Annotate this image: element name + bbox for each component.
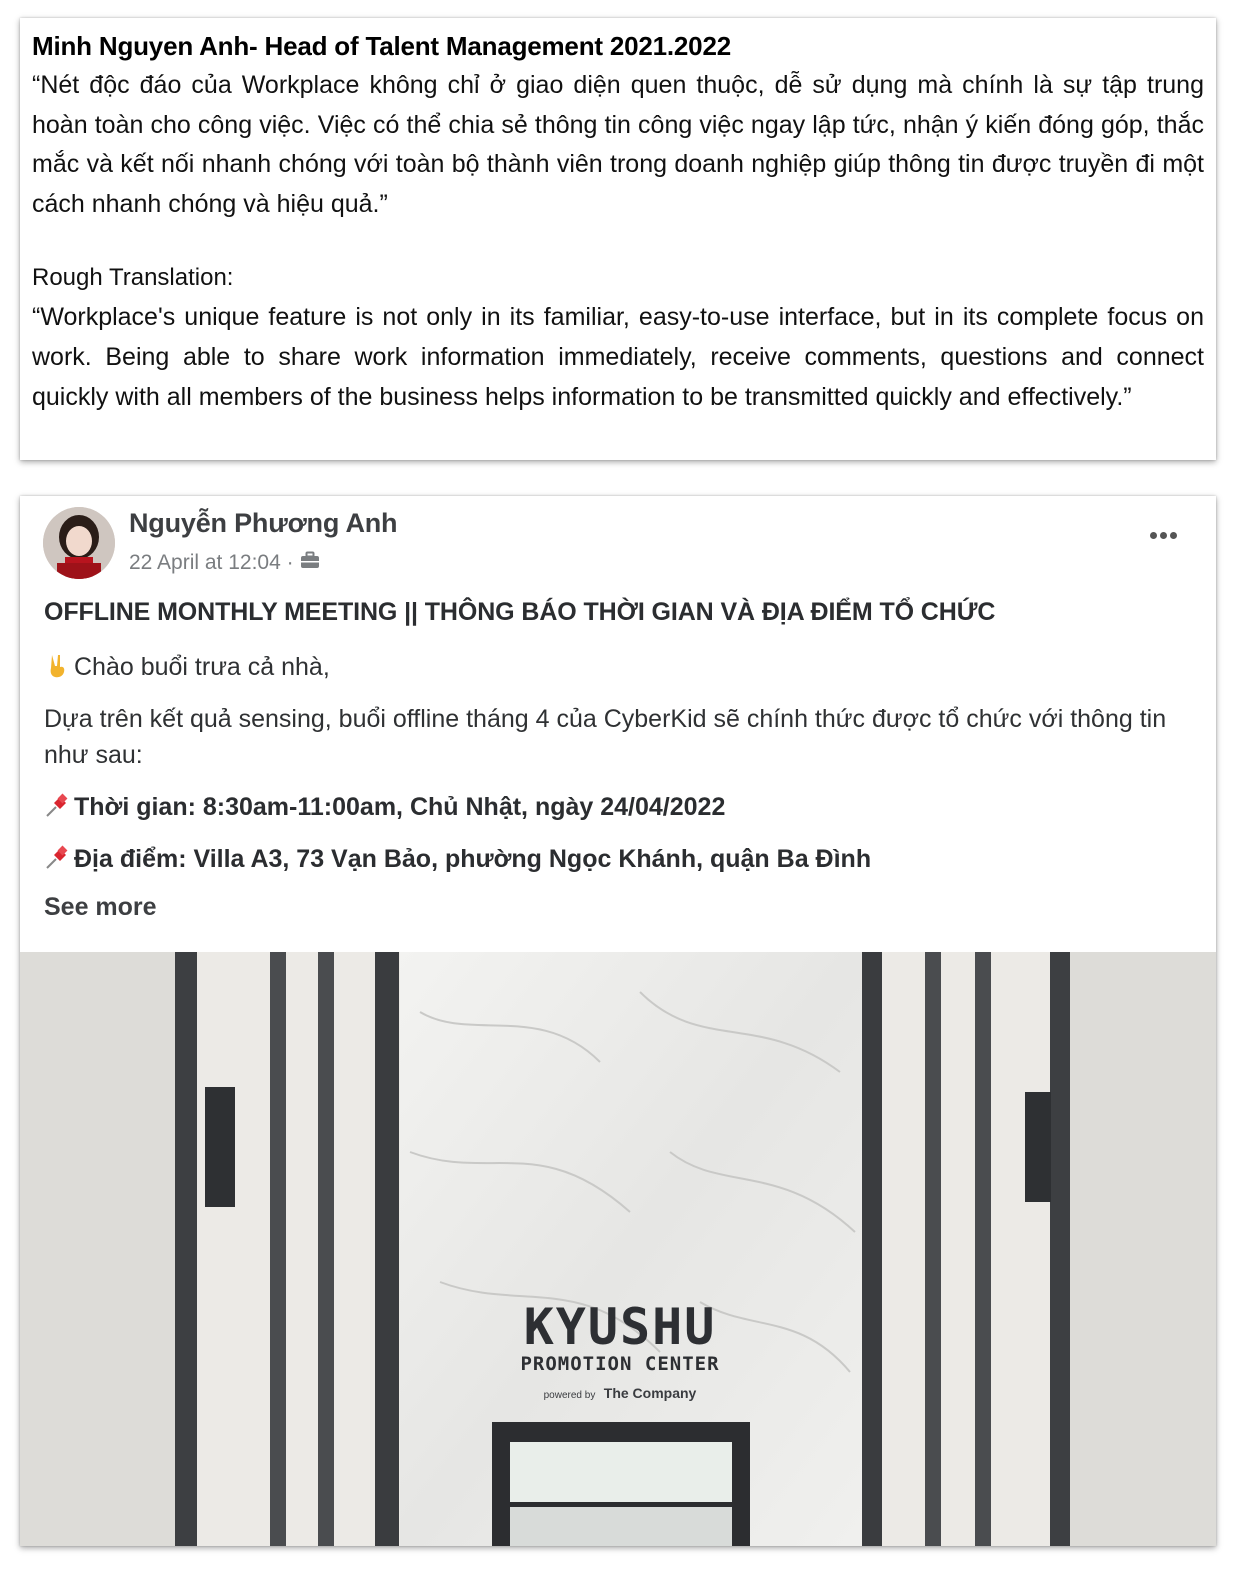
- avatar[interactable]: [43, 507, 115, 579]
- post-meta: 22 April at 12:04 ·: [129, 551, 320, 575]
- see-more-link[interactable]: See more: [44, 893, 157, 922]
- location-line: Địa điểm: Villa A3, 73 Vạn Bảo, phường N…: [44, 841, 1192, 877]
- intro-text: Dựa trên kết quả sensing, buổi offline t…: [44, 705, 1167, 769]
- sign-powered-text: powered by: [543, 1390, 596, 1401]
- briefcase-icon: [300, 551, 320, 575]
- post-photo[interactable]: KYUSHU PROMOTION CENTER powered by The C…: [20, 952, 1216, 1546]
- sign-main-text: KYUSHU: [523, 1298, 717, 1356]
- post-card: Nguyễn Phương Anh 22 April at 12:04 · OF…: [20, 496, 1216, 1546]
- greeting-line: Chào buổi trưa cả nhà,: [44, 649, 1192, 685]
- greeting-text: Chào buổi trưa cả nhà,: [74, 653, 330, 681]
- quote-card: Minh Nguyen Anh- Head of Talent Manageme…: [20, 18, 1216, 460]
- pushpin-icon: [44, 845, 70, 871]
- post-body: OFFLINE MONTHLY MEETING || THÔNG BÁO THỜ…: [20, 598, 1216, 922]
- quote-original-text: “Nét độc đáo của Workplace không chỉ ở g…: [32, 71, 1204, 218]
- sign-powered-line: powered by The Company: [500, 1385, 740, 1403]
- sign-sub-text: PROMOTION CENTER: [520, 1353, 720, 1375]
- quote-title: Minh Nguyen Anh- Head of Talent Manageme…: [32, 31, 731, 61]
- post-author-name[interactable]: Nguyễn Phương Anh: [129, 508, 398, 539]
- time-text: Thời gian: 8:30am-11:00am, Chủ Nhật, ngà…: [74, 793, 726, 821]
- post-headline: OFFLINE MONTHLY MEETING || THÔNG BÁO THỜ…: [44, 598, 996, 626]
- time-line: Thời gian: 8:30am-11:00am, Chủ Nhật, ngà…: [44, 789, 1192, 825]
- location-text: Địa điểm: Villa A3, 73 Vạn Bảo, phường N…: [74, 845, 872, 873]
- post-timestamp[interactable]: 22 April at 12:04 ·: [129, 551, 294, 575]
- post-header: Nguyễn Phương Anh 22 April at 12:04 ·: [20, 496, 1216, 584]
- quote-translation-text: “Workplace's unique feature is not only …: [32, 303, 1204, 411]
- pushpin-icon: [44, 793, 70, 819]
- victory-hand-icon: [44, 653, 70, 679]
- sign-company-text: The Company: [603, 1385, 697, 1401]
- translation-label: Rough Translation:: [32, 264, 234, 292]
- more-options-icon[interactable]: [1150, 526, 1186, 546]
